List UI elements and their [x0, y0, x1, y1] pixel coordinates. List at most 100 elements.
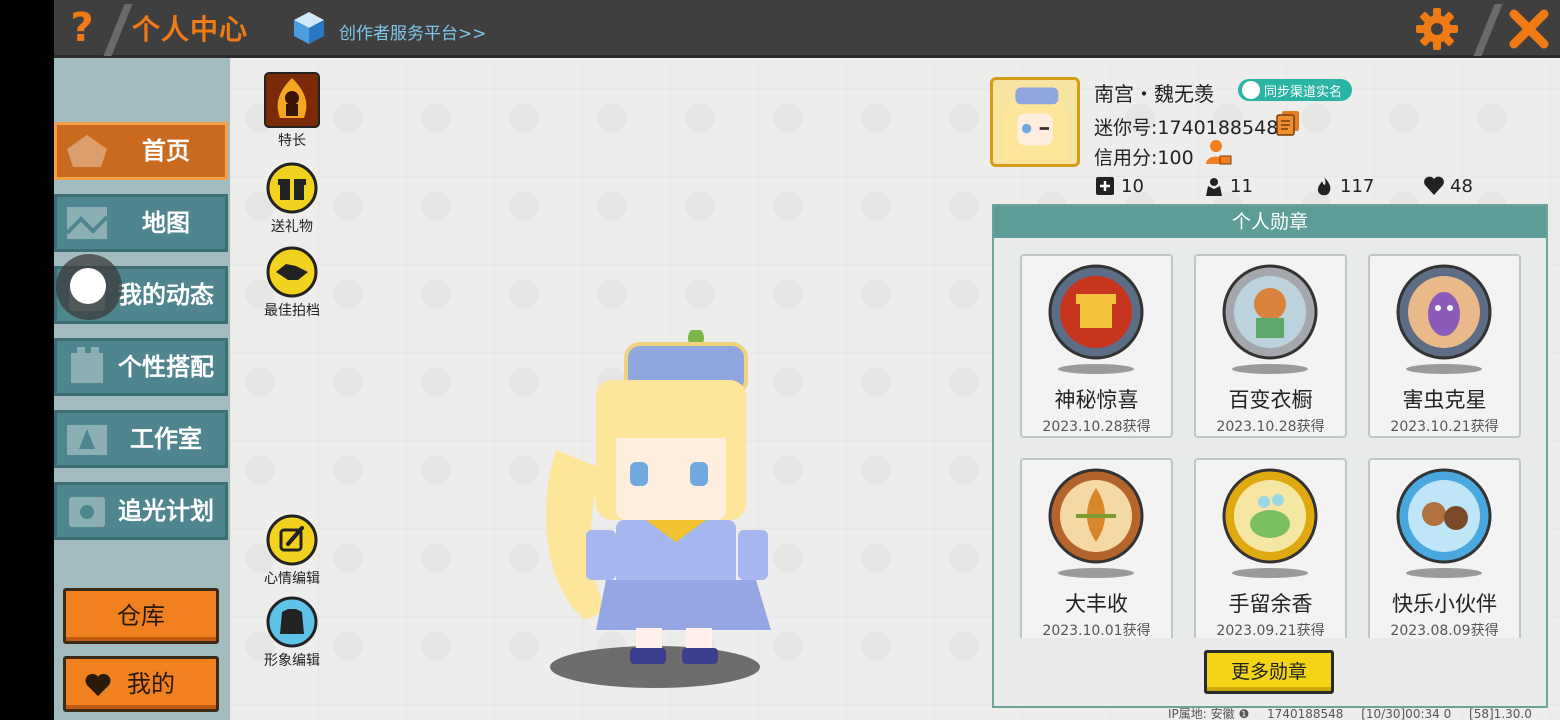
map-icon [65, 207, 109, 239]
best-shot-label: 最佳拍档 [264, 303, 320, 319]
medal-panel-title: 个人勋章 [994, 206, 1546, 238]
medal-date: 2023.10.28获得 [1216, 419, 1325, 435]
close-icon[interactable] [1506, 6, 1552, 52]
medal-name: 害虫克星 [1402, 388, 1487, 412]
credit-person-icon[interactable] [1204, 138, 1232, 166]
home-icon [67, 135, 107, 167]
stat-fire-value: 117 [1340, 176, 1375, 197]
medal-shadow [1232, 364, 1308, 374]
edit-icon [266, 514, 318, 566]
credit-score: 信用分:100 [1094, 147, 1194, 169]
character-model[interactable] [526, 330, 786, 675]
mine-button[interactable]: 我的 [63, 656, 219, 712]
sync-badge-label: 同步渠道实名 [1264, 85, 1343, 100]
medal-card[interactable]: 害虫克星 2023.10.21获得 [1368, 254, 1521, 438]
medal-name: 手留余香 [1228, 592, 1313, 616]
sync-realname-badge[interactable]: 同步渠道实名 [1238, 79, 1353, 101]
person-icon [1242, 81, 1260, 99]
medal-card[interactable]: 快乐小伙伴 2023.08.09获得 [1368, 458, 1521, 638]
add-icon [1096, 177, 1114, 195]
happy-buddy-medal-icon [1396, 468, 1492, 564]
stat-add-value: 10 [1121, 176, 1144, 197]
help-button[interactable]: ? [60, 6, 104, 50]
medal-card[interactable]: 大丰收 2023.10.01获得 [1020, 458, 1173, 638]
more-medals-button[interactable]: 更多勋章 [1204, 650, 1334, 694]
gear-icon[interactable] [1414, 6, 1460, 52]
medal-shadow [1058, 568, 1134, 578]
gift-icon [266, 162, 318, 214]
medal-name: 快乐小伙伴 [1392, 592, 1497, 616]
medal-panel: 个人勋章 神秘惊喜 2023.10.28获得 百变衣橱 2023.10.28获得… [992, 204, 1548, 708]
app-stage: ? 个人中心 创作者服务平台>> 首页 地图 我的动态 个性搭配 工作室 追光计… [54, 0, 1560, 720]
nav-item-home[interactable]: 首页 [54, 122, 228, 180]
mini-id: 迷你号:1740188548 [1094, 117, 1279, 139]
outfit-edit-icon [266, 596, 318, 648]
medal-date: 2023.08.09获得 [1390, 623, 1499, 638]
nav-item-studio[interactable]: 工作室 [54, 410, 228, 468]
player-name: 南宫・魏无羡 [1094, 82, 1214, 106]
avatar[interactable] [990, 77, 1080, 167]
medal-shadow [1406, 364, 1482, 374]
sidebar: 首页 地图 我的动态 个性搭配 工作室 追光计划 仓库 我的 [54, 58, 230, 720]
avatar-image [993, 80, 1077, 164]
medal-card[interactable]: 神秘惊喜 2023.10.28获得 [1020, 254, 1173, 438]
mood-edit-label: 心情编辑 [264, 571, 320, 587]
wardrobe-medal-icon [1222, 264, 1318, 360]
floating-assistive-ball[interactable] [56, 254, 122, 320]
nav-item-label: 追光计划 [118, 497, 214, 525]
medal-date: 2023.10.28获得 [1042, 419, 1151, 435]
medal-date: 2023.09.21获得 [1216, 623, 1325, 638]
nav-item-label: 首页 [142, 137, 190, 165]
medal-card[interactable]: 手留余香 2023.09.21获得 [1194, 458, 1347, 638]
mine-label: 我的 [127, 670, 175, 698]
medal-name: 神秘惊喜 [1054, 388, 1139, 412]
footer-time: [10/30]00:34 0 [1361, 707, 1452, 720]
pest-buster-medal-icon [1396, 264, 1492, 360]
stat-likes-value: 48 [1450, 176, 1473, 197]
fragrance-medal-icon [1222, 468, 1318, 564]
nav-item-label: 工作室 [130, 425, 202, 453]
heart-icon [1424, 176, 1444, 195]
nav-item-label: 个性搭配 [118, 353, 214, 381]
cube-icon[interactable] [292, 10, 326, 46]
medal-grid[interactable]: 神秘惊喜 2023.10.28获得 百变衣橱 2023.10.28获得 害虫克星… [994, 240, 1546, 638]
medal-shadow [1058, 364, 1134, 374]
medal-date: 2023.10.01获得 [1042, 623, 1151, 638]
studio-icon [67, 425, 107, 455]
nav-item-plan[interactable]: 追光计划 [54, 482, 228, 540]
plan-icon [69, 497, 105, 527]
medal-shadow [1232, 568, 1308, 578]
outfit-icon [71, 347, 103, 383]
footer-uid: 1740188548 [1267, 707, 1344, 720]
footer-version: [58]1.30.0 [1469, 707, 1532, 720]
harvest-medal-icon [1048, 468, 1144, 564]
avatar-edit-label: 形象编辑 [264, 653, 320, 669]
page-title: 个人中心 [132, 13, 249, 46]
medal-name: 百变衣橱 [1228, 388, 1313, 412]
medal-name: 大丰收 [1065, 592, 1128, 616]
gift-label: 送礼物 [271, 219, 313, 235]
medal-date: 2023.10.21获得 [1390, 419, 1499, 435]
nav-item-outfit[interactable]: 个性搭配 [54, 338, 228, 396]
footer-info: IP属地: 安徽 ❶ 1740188548 [10/30]00:34 0 [58… [1168, 705, 1546, 720]
warehouse-button[interactable]: 仓库 [63, 588, 219, 644]
gift-tool[interactable]: 送礼物 [252, 162, 332, 236]
nav-item-label: 地图 [142, 209, 190, 237]
top-bar: ? 个人中心 创作者服务平台>> [54, 0, 1560, 58]
fire-icon [1317, 177, 1331, 196]
copy-icon[interactable] [1276, 110, 1300, 136]
avatar-edit-tool[interactable]: 形象编辑 [252, 596, 332, 670]
stat-followers-value: 11 [1230, 176, 1253, 197]
medal-card[interactable]: 百变衣橱 2023.10.28获得 [1194, 254, 1347, 438]
handshake-icon [266, 246, 318, 298]
creator-platform-link[interactable]: 创作者服务平台>> [339, 19, 487, 44]
ip-location: IP属地: 安徽 ❶ [1168, 707, 1250, 720]
heart-icon [85, 673, 111, 697]
best-shot-tool[interactable]: 最佳拍档 [252, 246, 332, 320]
nav-item-map[interactable]: 地图 [54, 194, 228, 252]
skill-label: 特长 [278, 133, 306, 149]
skill-tool[interactable]: 特长 [252, 72, 332, 150]
flame-character-icon [264, 72, 320, 128]
mood-edit-tool[interactable]: 心情编辑 [252, 514, 332, 588]
medal-shadow [1406, 568, 1482, 578]
